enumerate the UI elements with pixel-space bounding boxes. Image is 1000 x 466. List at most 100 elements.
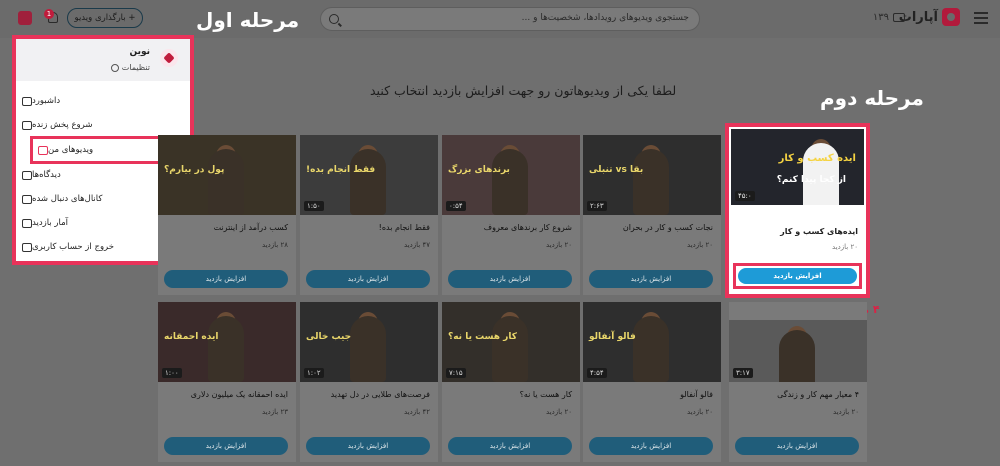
tv-counter[interactable]: ۱۳۹ [873, 12, 905, 23]
video-views: ۲۰ بازدید [546, 408, 572, 416]
video-card[interactable]: فقط انجام بده! ۱:۵۰ فقط انجام بده! ۴۷ با… [300, 135, 438, 295]
boost-views-button[interactable]: افزایش بازدید [306, 437, 430, 455]
boost-views-button[interactable]: افزایش بازدید [735, 437, 859, 455]
menu-item-label: کانال‌های دنبال شده [32, 194, 103, 204]
video-thumbnail[interactable]: فالو آنفالو ۴:۵۴ [583, 302, 721, 382]
profile-avatar-icon[interactable] [18, 11, 32, 25]
thumb-caption: فالو آنفالو [589, 332, 636, 342]
thumb-person-body [350, 316, 386, 382]
live-camera-icon [22, 120, 32, 130]
thumb-caption: بقا vs تنبلی [589, 165, 644, 175]
video-views: ۴۲ بازدید [404, 408, 430, 416]
video-thumbnail[interactable]: برندهای بزرگ ۰:۵۴ [442, 135, 580, 215]
video-title[interactable]: فرصت‌های طلایی در دل تهدید [331, 390, 430, 399]
video-card[interactable]: ۳:۱۷ ۴ معیار مهم کار و زندگی ۲۰ بازدید ا… [729, 302, 867, 462]
video-clapper-icon [38, 145, 48, 155]
menu-item-live[interactable]: شروع پخش زنده [16, 113, 190, 137]
thumb-person-body [492, 316, 528, 382]
video-card[interactable]: ایده احمقانه ۱:۰۰ ایده احمقانه یک میلیون… [158, 302, 296, 462]
video-duration: ۲:۶۳ [587, 201, 607, 211]
step2-annotation: مرحله دوم [820, 86, 924, 110]
thumb-caption: فقط انجام بده! [306, 165, 376, 175]
video-thumbnail[interactable]: ایده کسب و کار از کجا پیدا کنم؟ ۴۵:۰ [731, 129, 864, 205]
comment-icon [22, 170, 32, 180]
video-card[interactable]: فالو آنفالو ۴:۵۴ فالو آنفالو ۲۰ بازدید ا… [583, 302, 721, 462]
settings-link[interactable]: تنظیمات [110, 63, 150, 72]
upload-video-button[interactable]: + بارگذاری ویدیو [67, 8, 143, 28]
video-duration: ۰:۵۴ [446, 201, 466, 211]
video-duration: ۴۵:۰ [735, 191, 755, 201]
stats-chart-icon [22, 218, 32, 228]
video-views: ۴۷ بازدید [404, 241, 430, 249]
video-title[interactable]: شروع کار برندهای معروف [484, 223, 572, 232]
video-title[interactable]: ایده‌های کسب و کار [780, 227, 858, 236]
video-duration: ۱:۰۲ [304, 368, 324, 378]
video-card[interactable]: جیب خالی ۱:۰۲ فرصت‌های طلایی در دل تهدید… [300, 302, 438, 462]
video-thumbnail[interactable]: جیب خالی ۱:۰۲ [300, 302, 438, 382]
video-views: ۲۰ بازدید [833, 408, 859, 416]
video-title[interactable]: کسب درآمد از اینترنت [214, 223, 288, 232]
video-duration: ۱:۰۰ [162, 368, 182, 378]
tv-icon [893, 13, 905, 22]
boost-views-button[interactable]: افزایش بازدید [589, 270, 713, 288]
video-duration: ۱:۵۰ [304, 201, 324, 211]
boost-views-button[interactable]: افزایش بازدید [589, 437, 713, 455]
video-title[interactable]: فقط انجام بده! [379, 223, 430, 232]
page-title: لطفا یکی از ویدیوهاتون رو جهت افزایش باز… [370, 83, 677, 98]
video-title[interactable]: کار هست یا نه؟ [520, 390, 572, 399]
menu-item-label: ویدیوهای من [48, 145, 94, 155]
video-card[interactable]: پول در بیارم؟ کسب درآمد از اینترنت ۲۸ با… [158, 135, 296, 295]
video-views: ۲۸ بازدید [262, 241, 288, 249]
gear-icon [110, 63, 119, 72]
menu-header[interactable]: نوین تنظیمات [16, 39, 190, 81]
thumb-caption: کار هست یا نه؟ [448, 332, 517, 342]
upload-label: + بارگذاری ویدیو [74, 13, 136, 23]
aparat-logo[interactable]: آپارات [899, 8, 960, 26]
boost-views-button[interactable]: افزایش بازدید [448, 437, 572, 455]
video-card[interactable]: برندهای بزرگ ۰:۵۴ شروع کار برندهای معروف… [442, 135, 580, 295]
video-thumbnail[interactable]: ایده احمقانه ۱:۰۰ [158, 302, 296, 382]
menu-item-label: شروع پخش زنده [32, 120, 93, 130]
boost-views-button[interactable]: افزایش بازدید [306, 270, 430, 288]
search-placeholder: جستجوی ویدیوهای رویدادها، شخصیت‌ها و ... [521, 13, 689, 23]
video-title[interactable]: ۴ معیار مهم کار و زندگی [777, 390, 859, 399]
hamburger-menu-icon[interactable] [974, 12, 988, 24]
boost-views-button[interactable]: افزایش بازدید [164, 270, 288, 288]
video-title[interactable]: نجات کسب و کار در بحران [623, 223, 713, 232]
boost-views-button[interactable]: افزایش بازدید [164, 437, 288, 455]
top-header: آپارات ۱۳۹ جستجوی ویدیوهای رویدادها، شخص… [0, 0, 1000, 38]
boost-views-button[interactable]: افزایش بازدید [738, 268, 857, 284]
thumb-caption: برندهای بزرگ [448, 165, 510, 175]
notification-badge: 1 [44, 9, 54, 19]
video-views: ۲۰ بازدید [687, 241, 713, 249]
thumb-caption: ایده احمقانه [164, 332, 219, 342]
user-avatar [160, 49, 178, 67]
video-title[interactable]: ایده احمقانه یک میلیون دلاری [191, 390, 288, 399]
video-thumbnail[interactable]: کار هست یا نه؟ ۷:۱۵ [442, 302, 580, 382]
thumb-caption-1: ایده کسب و کار [778, 153, 856, 164]
video-views: ۲۳ بازدید [262, 408, 288, 416]
boost-views-button[interactable]: افزایش بازدید [448, 270, 572, 288]
video-thumbnail[interactable]: ۳:۱۷ [729, 320, 867, 382]
thumb-caption: پول در بیارم؟ [164, 165, 225, 175]
video-duration: ۴:۵۴ [587, 368, 607, 378]
tv-count-value: ۱۳۹ [872, 12, 889, 23]
search-icon[interactable] [329, 14, 339, 24]
video-card[interactable]: کار هست یا نه؟ ۷:۱۵ کار هست یا نه؟ ۲۰ با… [442, 302, 580, 462]
video-card[interactable]: بقا vs تنبلی ۲:۶۳ نجات کسب و کار در بحرا… [583, 135, 721, 295]
video-title[interactable]: فالو آنفالو [680, 390, 713, 399]
thumb-person-body [633, 149, 669, 215]
thumb-person-body [779, 330, 815, 382]
thumb-person-body [350, 149, 386, 215]
video-thumbnail[interactable]: پول در بیارم؟ [158, 135, 296, 215]
video-duration: ۷:۱۵ [446, 368, 466, 378]
video-views: ۲۰ بازدید [546, 241, 572, 249]
menu-item-label: داشبورد [32, 96, 61, 106]
search-input[interactable]: جستجوی ویدیوهای رویدادها، شخصیت‌ها و ... [320, 7, 700, 31]
video-thumbnail[interactable]: بقا vs تنبلی ۲:۶۳ [583, 135, 721, 215]
menu-item-dashboard[interactable]: داشبورد [16, 89, 190, 113]
video-card-highlighted[interactable]: ایده کسب و کار از کجا پیدا کنم؟ ۴۵:۰ اید… [725, 123, 870, 298]
video-duration: ۳:۱۷ [733, 368, 753, 378]
logo-mark-icon [942, 8, 960, 26]
video-thumbnail[interactable]: فقط انجام بده! ۱:۵۰ [300, 135, 438, 215]
